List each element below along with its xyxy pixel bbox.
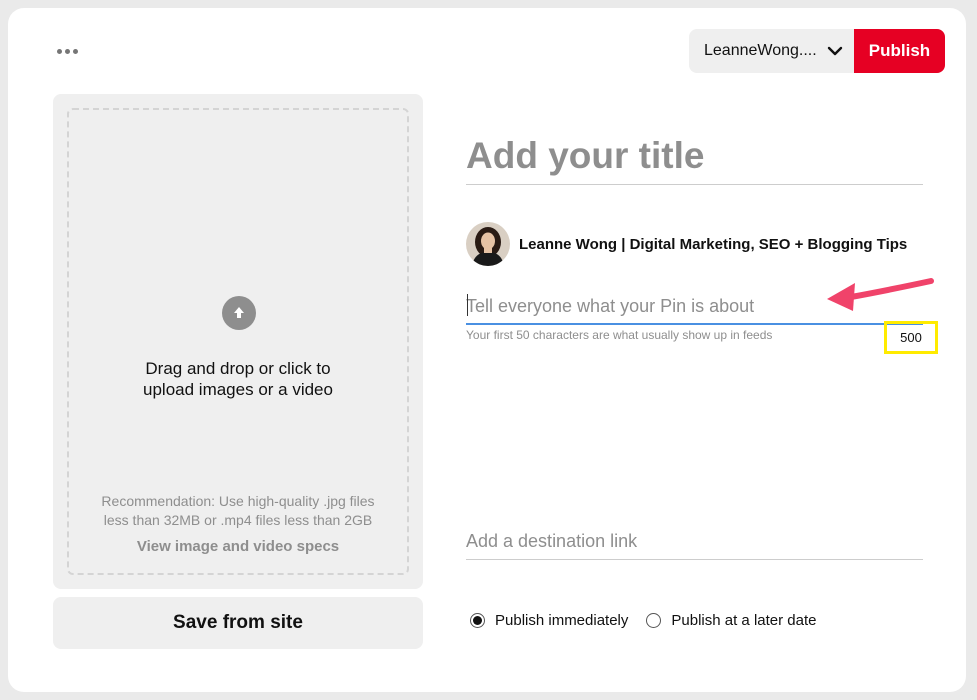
author-name: Leanne Wong | Digital Marketing, SEO + B… xyxy=(519,235,908,253)
publish-immediately-label: Publish immediately xyxy=(495,612,629,629)
publish-later-label: Publish at a later date xyxy=(671,612,817,629)
board-dropdown[interactable]: LeanneWong.... xyxy=(689,29,855,73)
publish-later-option[interactable]: Publish at a later date xyxy=(646,612,816,629)
more-options-button[interactable] xyxy=(52,38,82,64)
character-count-badge: 500 xyxy=(884,321,938,354)
text-caret xyxy=(467,294,468,316)
chevron-down-icon xyxy=(827,46,843,56)
publish-button[interactable]: Publish xyxy=(854,29,945,73)
board-name: LeanneWong.... xyxy=(704,42,817,59)
radio-checked-icon[interactable] xyxy=(470,613,485,628)
upload-prompt: Drag and drop or click to upload images … xyxy=(143,359,333,399)
save-from-site-button[interactable]: Save from site xyxy=(53,597,423,649)
view-specs-link[interactable]: View image and video specs xyxy=(69,538,407,555)
upload-arrow-icon xyxy=(222,296,256,330)
description-helper-text: Your first 50 characters are what usuall… xyxy=(466,328,773,342)
pin-builder-card: LeanneWong.... Publish Drag and drop or … xyxy=(8,8,966,692)
upload-recommendation: Recommendation: Use high-quality .jpg fi… xyxy=(101,493,375,528)
pin-title-input[interactable] xyxy=(466,128,923,185)
annotation-arrow-icon xyxy=(827,278,934,311)
character-count: 500 xyxy=(900,330,922,345)
ellipsis-icon xyxy=(56,48,62,54)
avatar xyxy=(466,222,510,266)
author-row: Leanne Wong | Digital Marketing, SEO + B… xyxy=(466,222,907,266)
radio-unchecked-icon[interactable] xyxy=(646,613,662,628)
media-upload-area[interactable]: Drag and drop or click to upload images … xyxy=(53,94,423,589)
upload-dropzone[interactable]: Drag and drop or click to upload images … xyxy=(67,108,409,575)
destination-link-input[interactable] xyxy=(466,524,923,560)
publish-immediately-option[interactable]: Publish immediately xyxy=(470,612,628,629)
publish-timing-options: Publish immediately Publish at a later d… xyxy=(470,612,816,629)
